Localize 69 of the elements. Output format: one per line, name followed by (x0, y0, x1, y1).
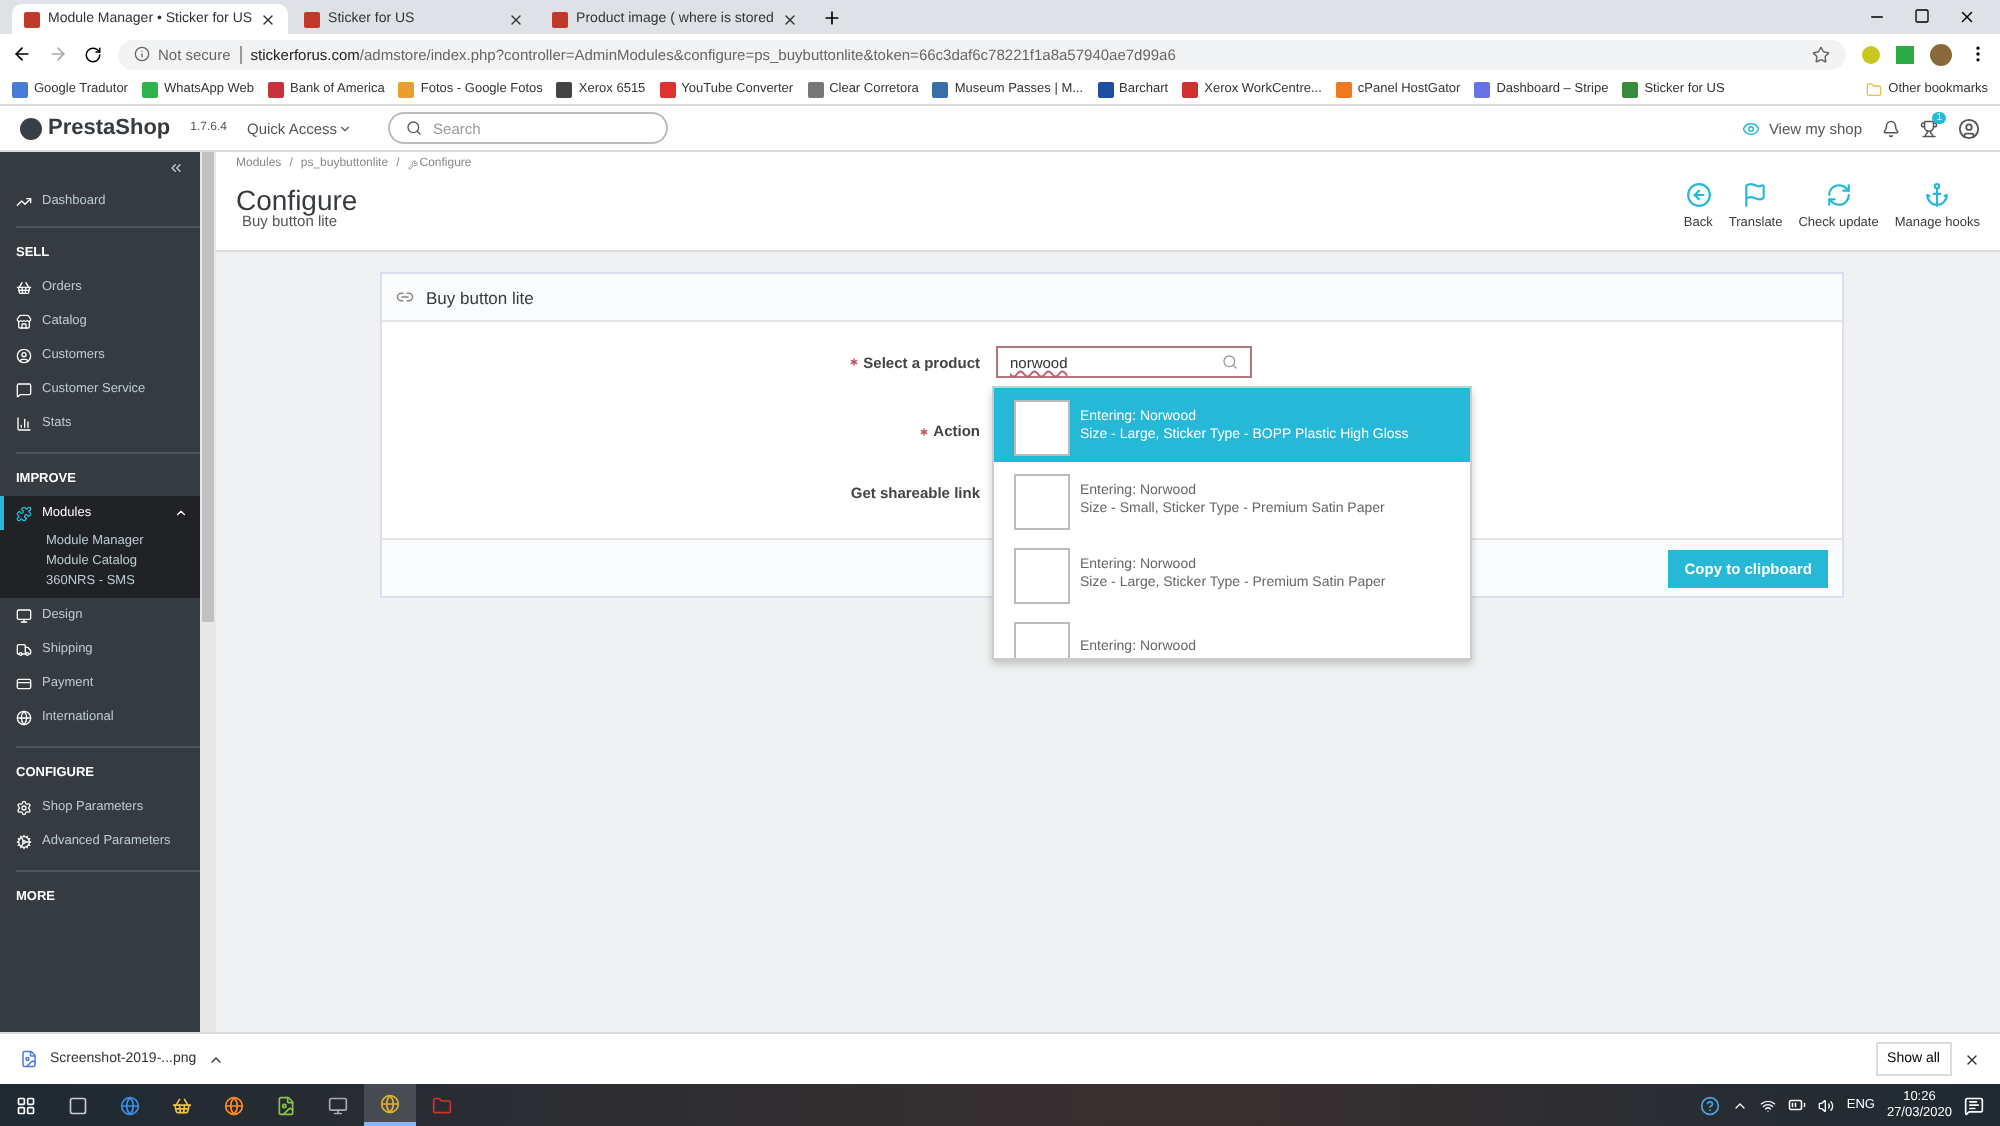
scrollbar-thumb[interactable] (202, 152, 214, 622)
file-icon (20, 1050, 38, 1068)
logo-text: PrestaShop (48, 116, 171, 140)
task-view-icon (68, 1095, 88, 1115)
bell-icon[interactable] (1882, 119, 1900, 137)
globe-icon (16, 709, 32, 725)
close-icon[interactable] (1964, 1051, 1980, 1067)
folder-icon (1866, 81, 1883, 97)
account-icon[interactable] (1958, 117, 1980, 139)
caret-icon (174, 506, 188, 520)
battery-icon[interactable] (1788, 1096, 1807, 1114)
close-icon[interactable] (1958, 8, 1976, 26)
image-placeholder (1014, 548, 1070, 604)
truck-icon (16, 641, 32, 657)
puzzle-icon (16, 505, 32, 521)
back-icon[interactable] (12, 44, 32, 64)
eye-icon (1742, 119, 1761, 137)
close-icon[interactable] (508, 11, 525, 27)
browser-icon (120, 1095, 140, 1115)
monitor-icon (328, 1095, 348, 1115)
flag-icon (1742, 182, 1769, 208)
store-icon (172, 1095, 192, 1115)
anchor-icon (1924, 182, 1951, 208)
panel-title: Buy button lite (426, 287, 534, 307)
checkmark-extension-icon[interactable] (1896, 45, 1914, 63)
notifications-icon[interactable] (1964, 1095, 1984, 1115)
user-icon (16, 347, 32, 363)
link-icon (396, 288, 414, 306)
favicon-icon (304, 11, 321, 27)
network-icon[interactable] (1760, 1097, 1777, 1113)
info-icon (134, 46, 150, 62)
document-icon (276, 1095, 296, 1115)
required-icon (847, 356, 860, 368)
help-icon[interactable] (1700, 1095, 1721, 1115)
search-icon (1222, 354, 1238, 370)
refresh-icon (1825, 182, 1852, 208)
avatar-icon[interactable] (1930, 43, 1952, 65)
restore-icon[interactable] (1914, 8, 1930, 24)
caret-icon (337, 121, 352, 135)
page-title: Configure (236, 184, 360, 216)
favicon-icon (552, 11, 569, 27)
image-placeholder (1014, 474, 1070, 530)
windows-icon (16, 1095, 36, 1115)
browser-icon (380, 1093, 400, 1113)
collapse-icon[interactable] (168, 160, 184, 176)
required-icon (917, 425, 930, 437)
close-icon[interactable] (781, 11, 798, 27)
wrench-icon (407, 159, 418, 169)
search-icon (405, 120, 422, 136)
settings-icon (16, 799, 32, 815)
credit-card-icon (16, 675, 32, 691)
back-icon (1685, 182, 1712, 208)
new-tab-icon[interactable] (821, 8, 842, 28)
basket-icon (16, 279, 32, 295)
image-placeholder (1014, 400, 1070, 456)
favicon-icon (24, 11, 40, 27)
chat-icon (16, 381, 32, 397)
logo-icon (20, 117, 42, 139)
browser-icon (224, 1095, 244, 1115)
bookmark-star-icon[interactable] (1812, 45, 1830, 63)
gear-icon (16, 833, 32, 849)
reload-icon[interactable] (84, 45, 102, 63)
chart-line-icon (16, 193, 32, 209)
speaker-icon[interactable] (1818, 1097, 1835, 1113)
store-icon (16, 313, 32, 329)
monitor-icon (16, 607, 32, 623)
close-icon[interactable] (260, 11, 277, 27)
folder-icon (432, 1095, 452, 1115)
bar-chart-icon (16, 415, 32, 431)
